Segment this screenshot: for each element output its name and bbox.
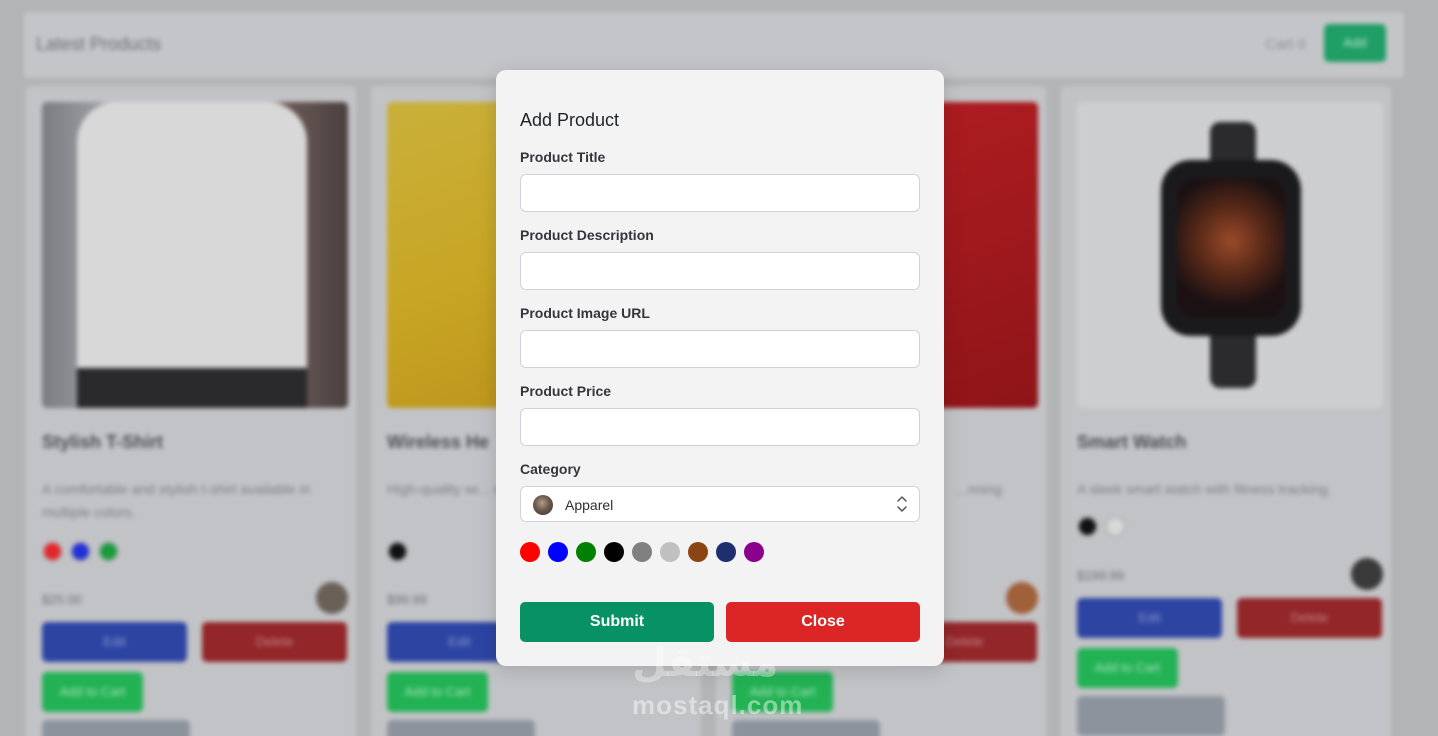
product-price-input[interactable] [520, 408, 920, 446]
category-label: Category [520, 461, 581, 477]
color-swatch[interactable] [387, 541, 408, 562]
color-option-purple[interactable] [744, 542, 764, 562]
details-button[interactable] [387, 720, 535, 736]
color-swatches [387, 541, 408, 562]
cart-link[interactable]: Cart 0 [1265, 36, 1306, 53]
product-card: Smart Watch A sleek smart watch with fit… [1061, 86, 1391, 736]
color-swatches [1077, 516, 1126, 537]
color-option-black[interactable] [604, 542, 624, 562]
product-description-input[interactable] [520, 252, 920, 290]
product-price: $99.99 [387, 592, 427, 607]
category-select[interactable]: Apparel [520, 486, 920, 522]
product-image-url-input[interactable] [520, 330, 920, 368]
seller-avatar [1351, 558, 1383, 590]
submit-button[interactable]: Submit [520, 602, 714, 642]
product-price-label: Product Price [520, 383, 612, 399]
add-to-cart-button[interactable]: Add to Cart [387, 672, 488, 712]
product-description: A comfortable and stylish t-shirt availa… [42, 481, 311, 520]
person-avatar-icon [533, 495, 553, 515]
page-title: Latest Products [36, 34, 162, 54]
seller-avatar [1006, 582, 1038, 614]
product-title: Smart Watch [1077, 432, 1187, 452]
navbar: Latest Products Cart 0 Add [24, 12, 1404, 78]
modal-title: Add Product [520, 110, 620, 130]
color-option-brown[interactable] [688, 542, 708, 562]
color-swatch[interactable] [1105, 516, 1126, 537]
details-button[interactable] [1077, 696, 1225, 736]
color-picker [520, 542, 764, 562]
product-title-input[interactable] [520, 174, 920, 212]
details-button[interactable] [42, 720, 190, 736]
color-swatch[interactable] [70, 541, 91, 562]
edit-button[interactable]: Edit [42, 622, 187, 662]
watermark-text: mostaql.com [632, 690, 804, 720]
color-option-blue[interactable] [548, 542, 568, 562]
product-title: Wireless He [387, 432, 489, 452]
add-product-modal: Add Product Product Title Product Descri… [496, 70, 944, 666]
color-option-navy[interactable] [716, 542, 736, 562]
color-swatch[interactable] [98, 541, 119, 562]
edit-button[interactable]: Edit [1077, 598, 1222, 638]
category-selected-value: Apparel [565, 497, 614, 513]
product-image [42, 102, 348, 408]
add-to-cart-button[interactable]: Add to Cart [42, 672, 143, 712]
product-price: $25.00 [42, 592, 82, 607]
seller-avatar [316, 582, 348, 614]
color-swatch[interactable] [42, 541, 63, 562]
product-description: A sleek smart watch with fitness trackin… [1077, 481, 1332, 497]
product-image [1077, 102, 1383, 408]
add-to-cart-button[interactable]: Add to Cart [1077, 648, 1178, 688]
add-product-button[interactable]: Add [1324, 24, 1386, 62]
product-description-label: Product Description [520, 227, 654, 243]
product-image-url-label: Product Image URL [520, 305, 650, 321]
watermark-logo: مستقل [632, 640, 779, 686]
product-card: Stylish T-Shirt A comfortable and stylis… [26, 86, 356, 736]
product-title-label: Product Title [520, 149, 606, 165]
color-swatches [42, 541, 119, 562]
details-button[interactable] [732, 720, 880, 736]
product-price: $199.99 [1077, 568, 1124, 583]
product-title: Stylish T-Shirt [42, 432, 164, 452]
delete-button[interactable]: Delete [202, 622, 347, 662]
close-button[interactable]: Close [726, 602, 920, 642]
color-option-green[interactable] [576, 542, 596, 562]
chevron-up-down-icon [897, 496, 907, 512]
color-option-silver[interactable] [660, 542, 680, 562]
delete-button[interactable]: Delete [1237, 598, 1382, 638]
color-option-red[interactable] [520, 542, 540, 562]
color-option-gray[interactable] [632, 542, 652, 562]
color-swatch[interactable] [1077, 516, 1098, 537]
